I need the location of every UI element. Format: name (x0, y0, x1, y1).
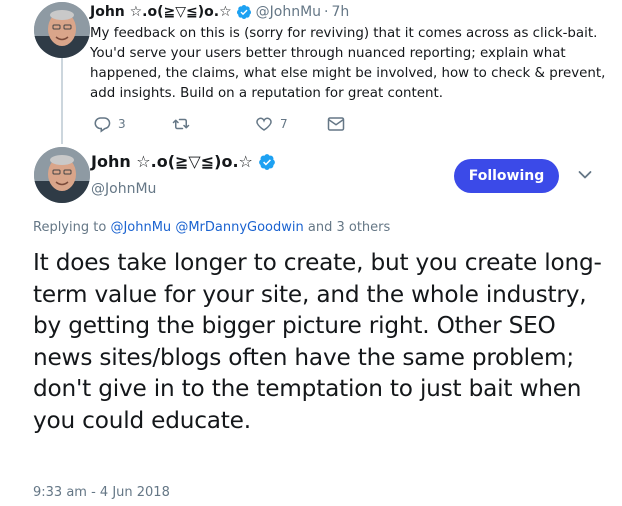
author-name[interactable]: John ☆.o(≧▽≦)o.☆ (90, 3, 232, 21)
tweet-time[interactable]: 7h (332, 3, 350, 21)
reply-icon (94, 117, 111, 133)
following-button[interactable]: Following (454, 159, 559, 193)
retweet-button[interactable] (171, 115, 255, 133)
tweet-header: John ☆.o(≧▽≦)o.☆ @JohnMu · 7h (90, 3, 349, 21)
chevron-down-icon[interactable] (578, 170, 592, 180)
retweet-icon (172, 118, 190, 130)
like-count: 7 (280, 117, 288, 131)
tweet-text: My feedback on this is (sorry for revivi… (90, 26, 606, 101)
thread-connector-line (61, 58, 63, 144)
avatar[interactable] (34, 147, 90, 203)
reply-count: 3 (118, 117, 126, 131)
author-handle[interactable]: @JohnMu (91, 181, 156, 197)
direct-message-button[interactable] (327, 116, 345, 132)
replying-suffix[interactable]: and 3 others (308, 220, 390, 235)
tweet-actions: 3 7 (93, 113, 345, 135)
mention-link[interactable]: @JohnMu (110, 220, 171, 235)
direct-message-icon (327, 117, 345, 131)
parent-tweet[interactable]: John ☆.o(≧▽≦)o.☆ @JohnMu · 7h My feedbac… (0, 0, 622, 144)
like-button[interactable]: 7 (255, 115, 327, 133)
tweet-timestamp[interactable]: 9:33 am - 4 Jun 2018 (33, 485, 170, 500)
reply-button[interactable]: 3 (93, 115, 171, 133)
author-name[interactable]: John ☆.o(≧▽≦)o.☆ (91, 152, 253, 171)
author-handle[interactable]: @JohnMu (256, 3, 321, 21)
separator-dot: · (324, 4, 329, 20)
main-tweet-header: John ☆.o(≧▽≦)o.☆ (91, 152, 276, 171)
like-icon (256, 117, 272, 131)
verified-badge-icon (236, 5, 251, 19)
mention-link[interactable]: @MrDannyGoodwin (175, 220, 303, 235)
replying-prefix: Replying to (33, 220, 107, 235)
verified-badge-icon (258, 153, 275, 170)
tweet-text: It does take longer to create, but you c… (33, 249, 602, 434)
avatar[interactable] (34, 2, 90, 58)
replying-to: Replying to @JohnMu @MrDannyGoodwin and … (33, 220, 390, 235)
